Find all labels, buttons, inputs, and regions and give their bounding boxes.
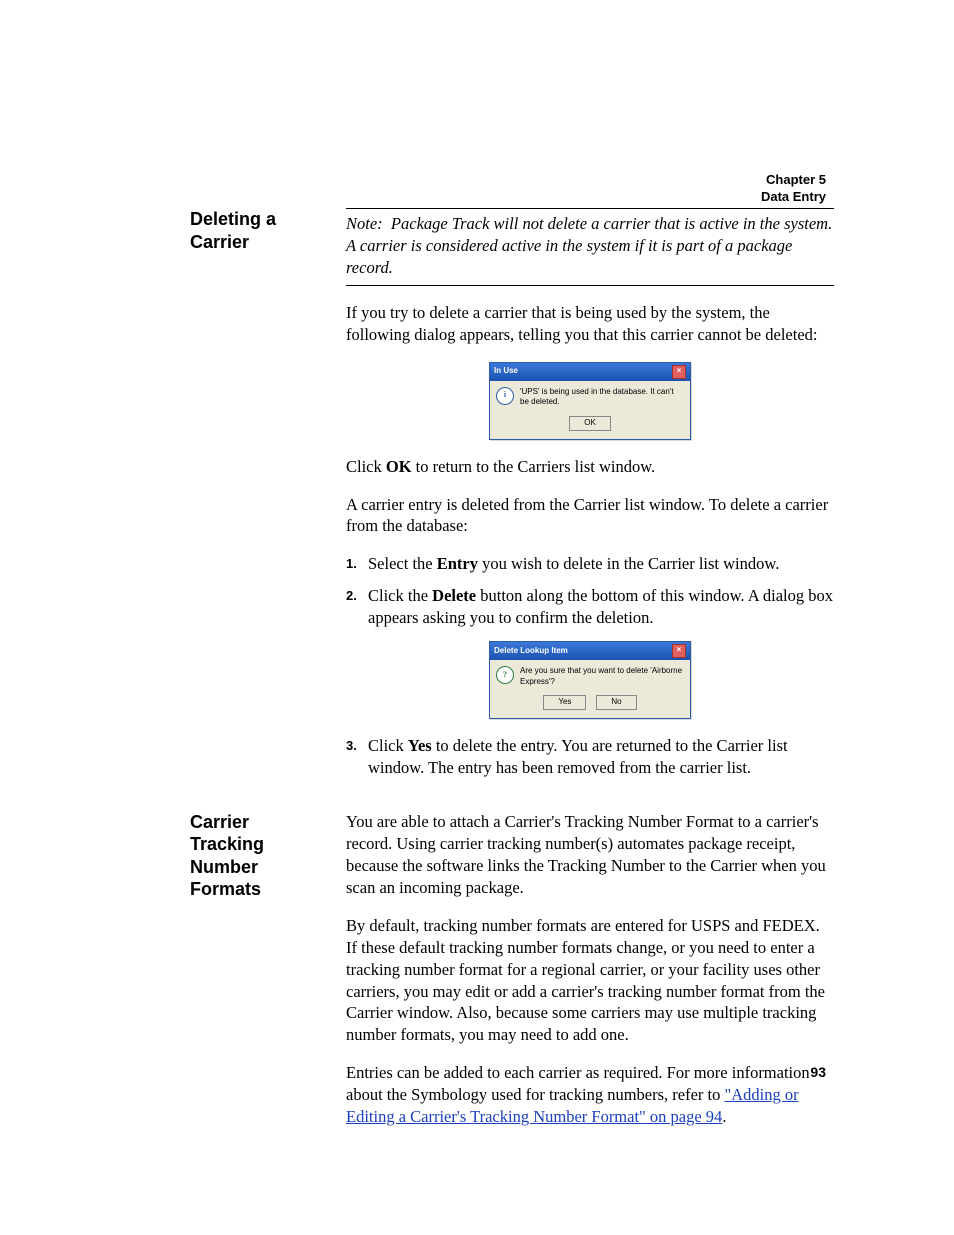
in-use-dialog: In Use × i 'UPS' is being used in the da… [489, 362, 691, 440]
step-3: 3. Click Yes to delete the entry. You ar… [346, 735, 834, 779]
no-button[interactable]: No [596, 695, 636, 710]
section-heading-formats: Carrier Tracking Number Formats [190, 811, 320, 1144]
delete-confirm-dialog: Delete Lookup Item × ? Are you sure that… [489, 641, 691, 719]
dialog-message: 'UPS' is being used in the database. It … [520, 387, 684, 408]
paragraph: Click OK to return to the Carriers list … [346, 456, 834, 478]
page-number: 93 [810, 1064, 826, 1080]
step-1: 1. Select the Entry you wish to delete i… [346, 553, 834, 575]
dialog-title: Delete Lookup Item [494, 646, 568, 657]
close-icon[interactable]: × [672, 365, 686, 379]
paragraph: You are able to attach a Carrier's Track… [346, 811, 834, 899]
chapter-label: Chapter 5 [761, 172, 826, 189]
note-text: Package Track will not delete a carrier … [346, 214, 832, 277]
note-box: Note: Package Track will not delete a ca… [346, 208, 834, 286]
paragraph: Entries can be added to each carrier as … [346, 1062, 834, 1128]
step-2: 2. Click the Delete button along the bot… [346, 585, 834, 629]
yes-button[interactable]: Yes [543, 695, 586, 710]
info-icon: i [496, 387, 514, 405]
dialog-title: In Use [494, 366, 518, 377]
paragraph: If you try to delete a carrier that is b… [346, 302, 834, 346]
dialog-message: Are you sure that you want to delete 'Ai… [520, 666, 684, 687]
paragraph: A carrier entry is deleted from the Carr… [346, 494, 834, 538]
ok-button[interactable]: OK [569, 416, 611, 431]
close-icon[interactable]: × [672, 644, 686, 658]
page-header: Chapter 5 Data Entry [761, 172, 826, 206]
section-label: Data Entry [761, 189, 826, 206]
section-heading-deleting: Deleting a Carrier [190, 208, 320, 789]
paragraph: By default, tracking number formats are … [346, 915, 834, 1047]
question-icon: ? [496, 666, 514, 684]
note-label: Note: [346, 214, 391, 233]
